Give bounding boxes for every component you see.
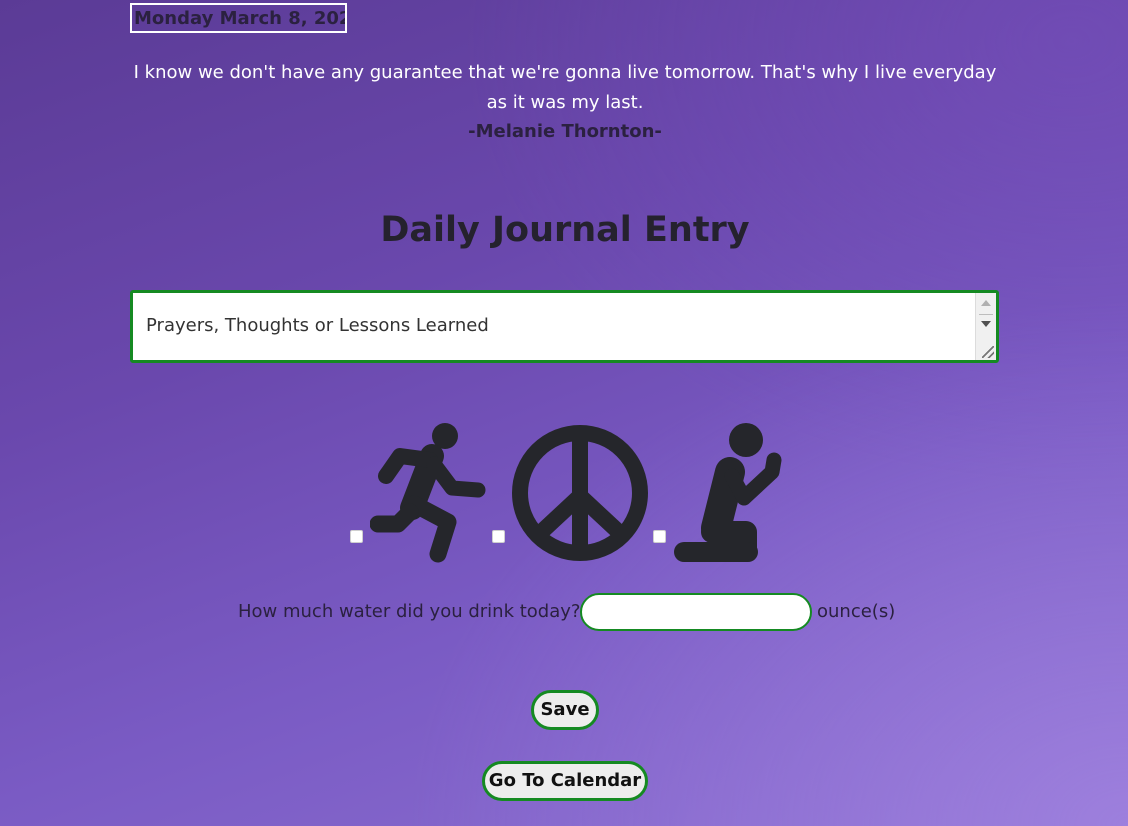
journal-placeholder: Prayers, Thoughts or Lessons Learned bbox=[146, 315, 489, 336]
exercise-checkbox[interactable] bbox=[350, 530, 363, 543]
water-question-label: How much water did you drink today? bbox=[238, 601, 581, 622]
scroll-divider bbox=[979, 314, 993, 315]
date-display: Monday March 8, 2021 bbox=[130, 3, 347, 33]
go-to-calendar-button[interactable]: Go To Calendar bbox=[482, 761, 648, 801]
quote-author: -Melanie Thornton- bbox=[468, 121, 662, 142]
water-ounces-input[interactable] bbox=[580, 593, 812, 631]
journal-textarea[interactable]: Prayers, Thoughts or Lessons Learned bbox=[130, 290, 999, 363]
peace-sign-icon bbox=[512, 425, 648, 561]
page-title: Daily Journal Entry bbox=[380, 210, 750, 250]
water-unit-label: ounce(s) bbox=[817, 601, 896, 622]
resize-grip-icon[interactable] bbox=[982, 346, 994, 358]
prayer-checkbox[interactable] bbox=[653, 530, 666, 543]
quote-text: I know we don't have any guarantee that … bbox=[133, 62, 997, 113]
peace-checkbox[interactable] bbox=[492, 530, 505, 543]
scroll-up-arrow-icon[interactable] bbox=[981, 300, 991, 306]
scroll-down-arrow-icon[interactable] bbox=[981, 321, 991, 327]
praying-person-icon bbox=[674, 423, 782, 562]
running-person-icon bbox=[370, 423, 486, 563]
save-button[interactable]: Save bbox=[531, 690, 599, 730]
